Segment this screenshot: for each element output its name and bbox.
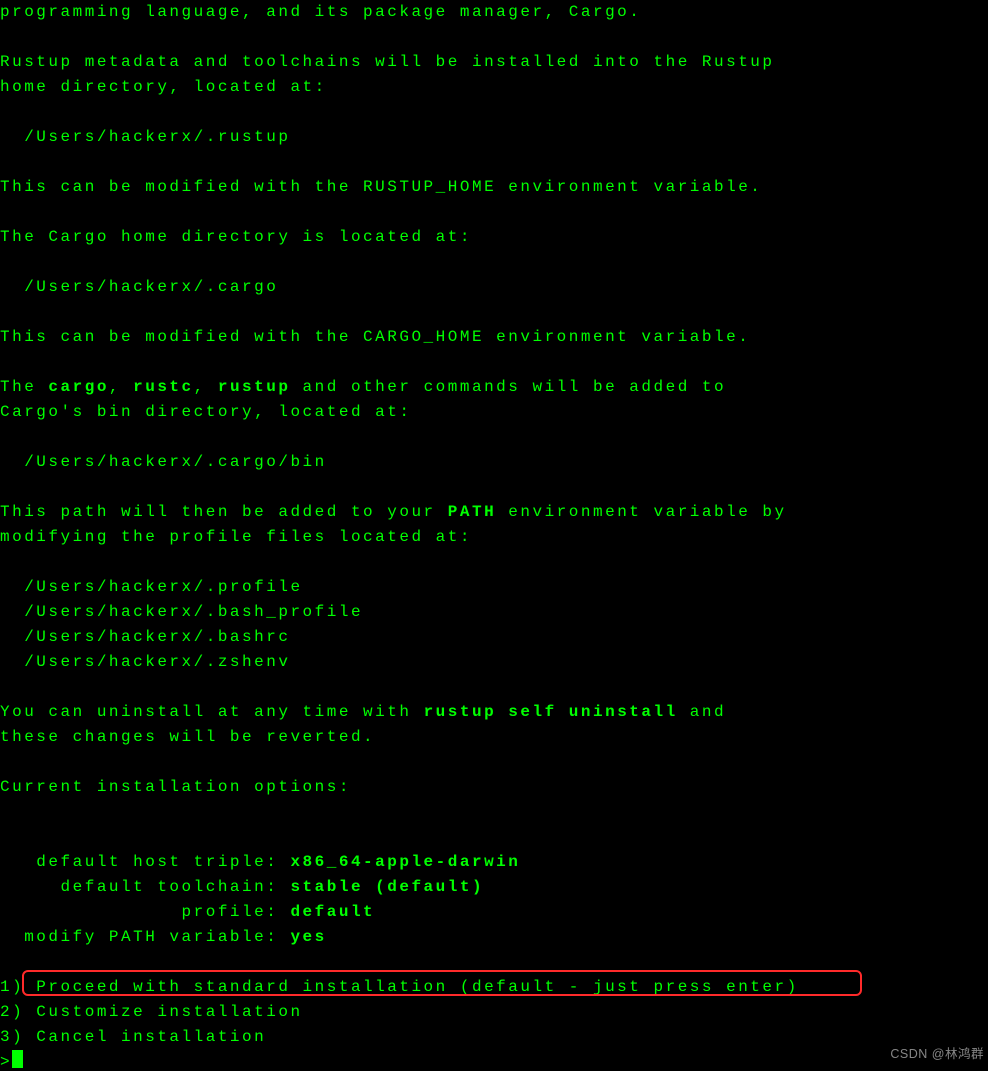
toolchain-value: stable (default) — [290, 878, 484, 896]
option-row: default host triple: x86_64-apple-darwin — [0, 853, 520, 871]
uninstall-line: these changes will be reverted. — [0, 728, 375, 746]
intro-line: Rustup metadata and toolchains will be i… — [0, 53, 775, 71]
option-row: default toolchain: stable (default) — [0, 878, 484, 896]
options-header: Current installation options: — [0, 778, 351, 796]
cargo-bin-path: /Users/hackerx/.cargo/bin — [0, 453, 327, 471]
prompt-char: > — [0, 1053, 12, 1071]
intro-line: This can be modified with the CARGO_HOME… — [0, 328, 750, 346]
menu-option-2-customize[interactable]: 2) Customize installation — [0, 1003, 303, 1021]
cmd-cargo: cargo — [48, 378, 109, 396]
uninstall-cmd: rustup self uninstall — [424, 703, 678, 721]
profile-file: /Users/hackerx/.profile — [0, 578, 303, 596]
host-triple-value: x86_64-apple-darwin — [290, 853, 520, 871]
intro-line: programming language, and its package ma… — [0, 3, 641, 21]
cursor-icon[interactable] — [12, 1050, 23, 1068]
watermark-text: CSDN @林鸿群 — [890, 1042, 984, 1067]
cmd-rustup: rustup — [218, 378, 291, 396]
profile-file: /Users/hackerx/.bashrc — [0, 628, 290, 646]
path-line: This path will then be added to your PAT… — [0, 503, 787, 521]
path-var: PATH — [448, 503, 496, 521]
menu-option-3-cancel[interactable]: 3) Cancel installation — [0, 1028, 266, 1046]
option-row: profile: default — [0, 903, 375, 921]
terminal-output: programming language, and its package ma… — [0, 0, 988, 1071]
commands-line: Cargo's bin directory, located at: — [0, 403, 411, 421]
cmd-rustc: rustc — [133, 378, 194, 396]
path-line: modifying the profile files located at: — [0, 528, 472, 546]
option-row: modify PATH variable: yes — [0, 928, 327, 946]
intro-line: This can be modified with the RUSTUP_HOM… — [0, 178, 762, 196]
commands-line: The cargo, rustc, rustup and other comma… — [0, 378, 726, 396]
uninstall-line: You can uninstall at any time with rustu… — [0, 703, 726, 721]
cargo-home-path: /Users/hackerx/.cargo — [0, 278, 278, 296]
profile-file: /Users/hackerx/.bash_profile — [0, 603, 363, 621]
intro-line: The Cargo home directory is located at: — [0, 228, 472, 246]
intro-line: home directory, located at: — [0, 78, 327, 96]
rustup-home-path: /Users/hackerx/.rustup — [0, 128, 290, 146]
profile-file: /Users/hackerx/.zshenv — [0, 653, 290, 671]
profile-value: default — [290, 903, 375, 921]
menu-option-1-proceed[interactable]: 1) Proceed with standard installation (d… — [0, 978, 799, 996]
modify-path-value: yes — [290, 928, 326, 946]
